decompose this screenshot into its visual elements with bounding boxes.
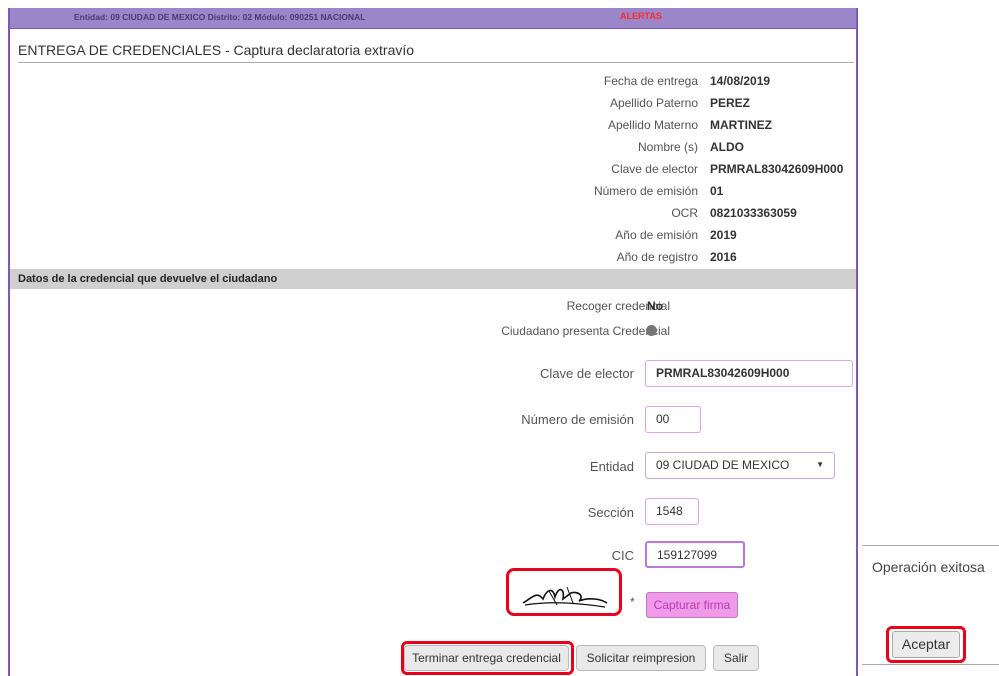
summary-value: PRMRAL83042609H000 <box>710 162 844 176</box>
summary-label: Fecha de entrega <box>603 74 698 88</box>
presenta-label: Ciudadano presenta Credencial <box>501 324 670 338</box>
cic-input[interactable]: 159127099 <box>645 541 745 568</box>
summary-label: Año de registro <box>616 250 698 264</box>
dialog-top-border <box>862 545 999 546</box>
required-asterisk: * <box>630 595 635 609</box>
clave-label: Clave de elector <box>540 366 634 381</box>
signature-image <box>522 586 608 608</box>
emision-label: Número de emisión <box>521 412 634 427</box>
summary-value: 2019 <box>710 228 737 242</box>
section-header: Datos de la credencial que devuelve el c… <box>10 269 856 289</box>
capturar-firma-button[interactable]: Capturar firma <box>646 592 738 618</box>
presenta-row: Ciudadano presenta Credencial <box>10 321 856 341</box>
solicitar-reimpresion-button[interactable]: Solicitar reimpresion <box>576 645 706 671</box>
summary-value: MARTINEZ <box>710 118 772 132</box>
chevron-down-icon: ▼ <box>816 460 824 469</box>
salir-button[interactable]: Salir <box>713 645 759 671</box>
summary-label: Apellido Materno <box>607 118 698 132</box>
summary-label: Número de emisión <box>593 184 698 198</box>
alerts-link[interactable]: ALERTAS <box>620 11 662 21</box>
summary-row: Año de registro 2016 <box>10 247 856 267</box>
summary-row: Apellido Paterno PEREZ <box>10 93 856 113</box>
summary-row: Fecha de entrega 14/08/2019 <box>10 71 856 91</box>
title-divider <box>18 62 854 63</box>
summary-row: Nombre (s) ALDO <box>10 137 856 157</box>
presenta-credencial-radio[interactable] <box>646 325 657 336</box>
dialog-bottom-border <box>862 664 999 665</box>
entidad-select[interactable]: 09 CIUDAD DE MEXICO ▼ <box>645 452 835 479</box>
summary-label: Apellido Paterno <box>609 96 698 110</box>
recoger-value: No <box>647 299 663 313</box>
summary-label: Nombre (s) <box>637 140 698 154</box>
summary-value: ALDO <box>710 140 744 154</box>
summary-label: Año de emisión <box>615 228 698 242</box>
summary-row: Apellido Materno MARTINEZ <box>10 115 856 135</box>
page-title: ENTREGA DE CREDENCIALES - Captura declar… <box>18 42 415 58</box>
summary-value: 01 <box>710 184 724 198</box>
aceptar-button[interactable]: Aceptar <box>892 631 960 658</box>
dialog-message: Operación exitosa <box>872 559 985 575</box>
summary-value: PEREZ <box>710 96 751 110</box>
cic-label: CIC <box>611 548 634 563</box>
entidad-selected-value: 09 CIUDAD DE MEXICO <box>656 458 790 472</box>
top-status-bar: Entidad: 09 CIUDAD DE MEXICO Distrito: 0… <box>10 8 856 29</box>
numero-emision-input[interactable]: 00 <box>645 406 701 433</box>
summary-value: 14/08/2019 <box>710 74 771 88</box>
summary-row: Número de emisión 01 <box>10 181 856 201</box>
summary-row: OCR 0821033363059 <box>10 203 856 223</box>
summary-value: 2016 <box>710 250 737 264</box>
summary-value: 0821033363059 <box>710 206 797 220</box>
seccion-label: Sección <box>587 505 634 520</box>
summary-row: Año de emisión 2019 <box>10 225 856 245</box>
clave-elector-input[interactable]: PRMRAL83042609H000 <box>645 360 853 387</box>
location-info: Entidad: 09 CIUDAD DE MEXICO Distrito: 0… <box>74 12 366 22</box>
section-title: Datos de la credencial que devuelve el c… <box>18 273 278 285</box>
summary-label: OCR <box>671 206 698 220</box>
seccion-input[interactable]: 1548 <box>645 498 699 525</box>
recoger-row: Recoger credencial No <box>10 296 856 316</box>
entidad-label: Entidad <box>589 459 634 474</box>
main-panel: Entidad: 09 CIUDAD DE MEXICO Distrito: 0… <box>8 8 858 676</box>
summary-label: Clave de elector <box>611 162 698 176</box>
signature-preview <box>506 568 622 616</box>
summary-row: Clave de elector PRMRAL83042609H000 <box>10 159 856 179</box>
terminar-entrega-button[interactable]: Terminar entrega credencial <box>404 645 569 671</box>
